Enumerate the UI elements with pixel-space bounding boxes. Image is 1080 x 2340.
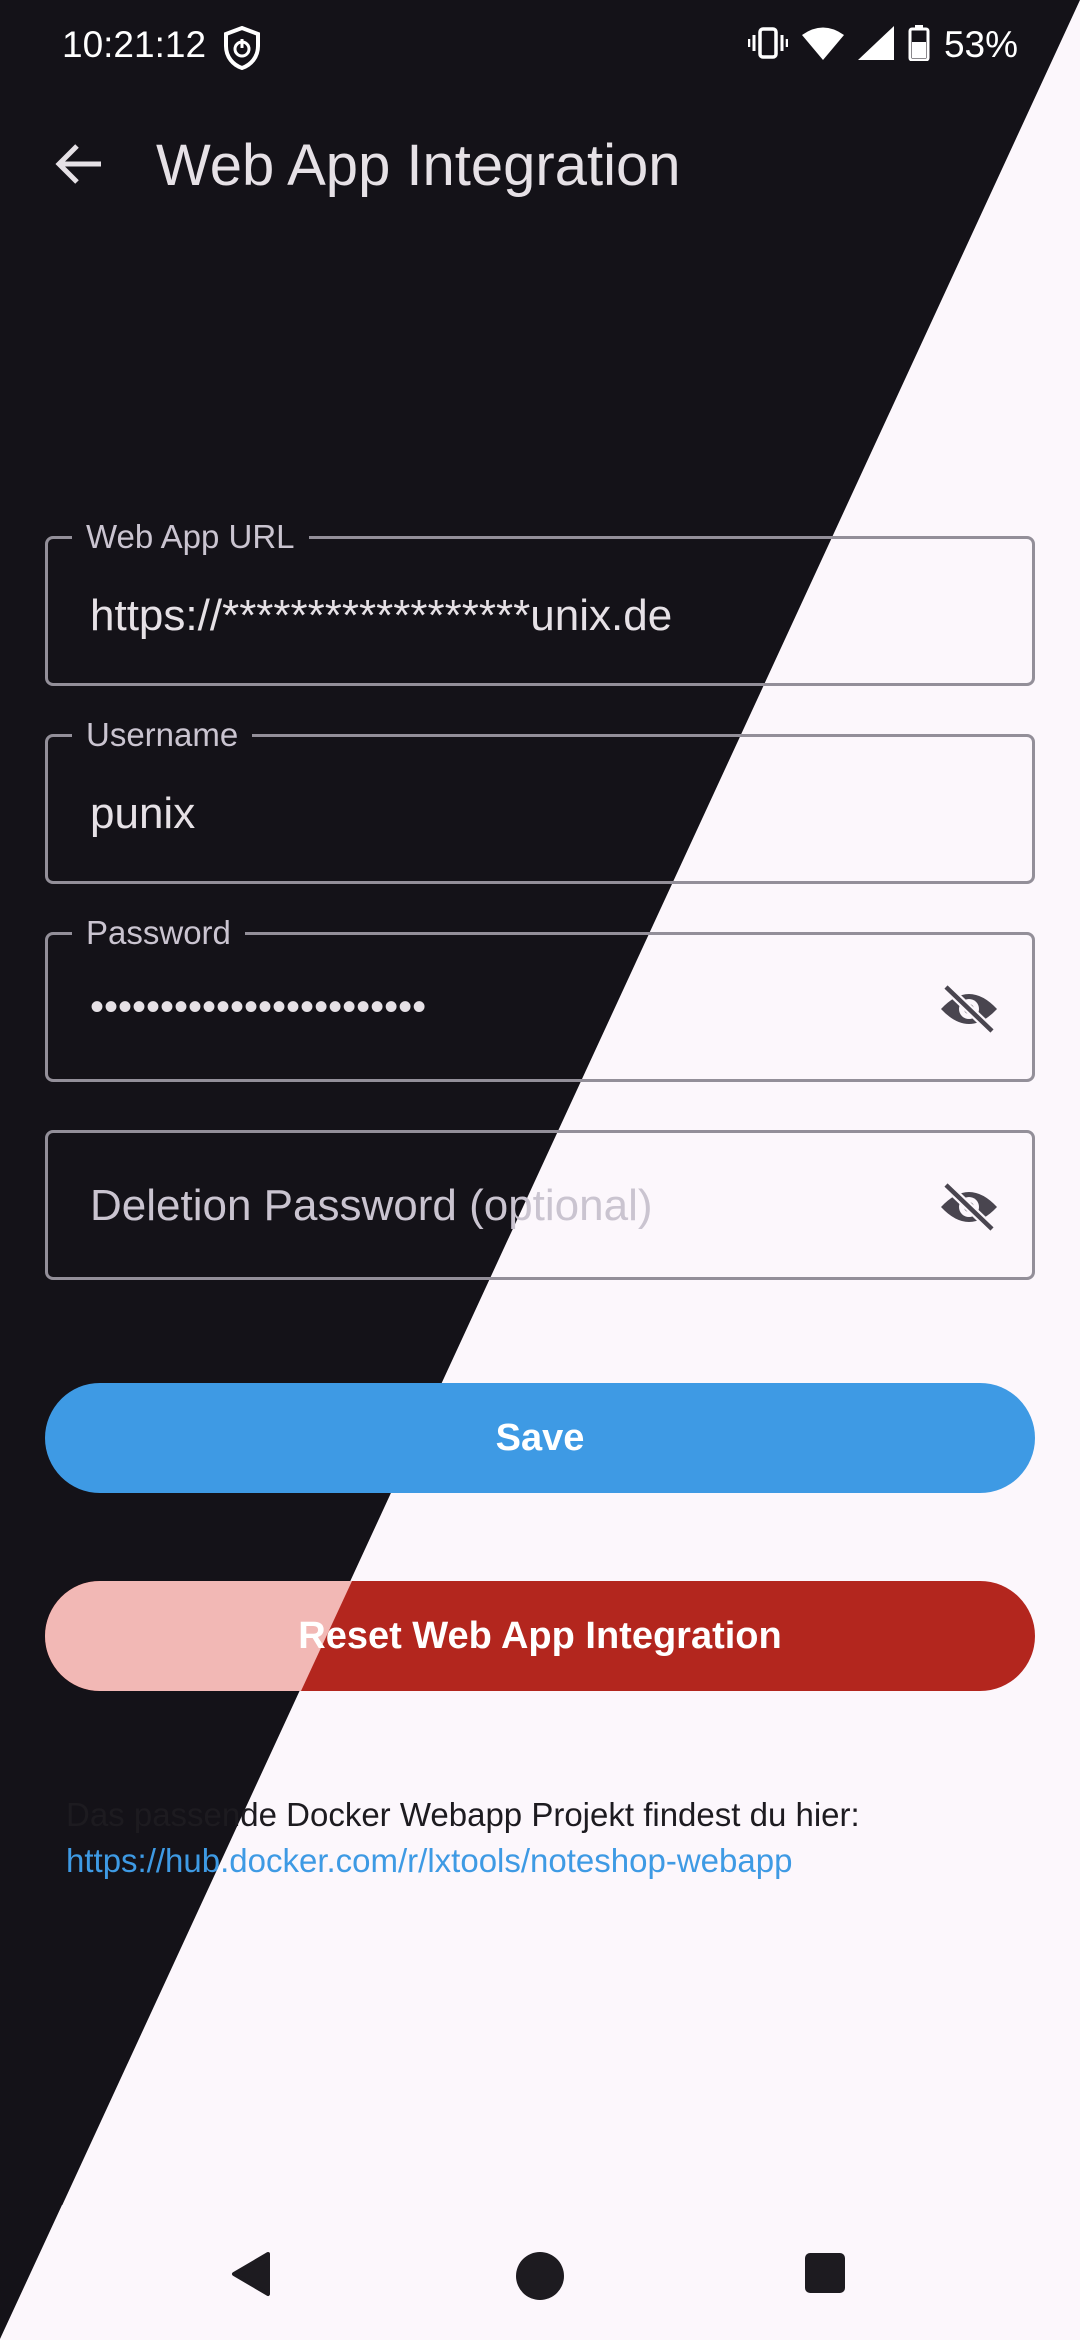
reset-button-label: Reset Web App Integration	[298, 1614, 782, 1657]
circle-home-icon	[516, 2252, 564, 2300]
triangle-back-icon	[232, 2252, 270, 2296]
web-app-url-label: Web App URL	[72, 517, 309, 557]
web-app-url-value: https://******************unix.de	[90, 591, 673, 640]
save-button[interactable]: Save	[45, 1383, 1035, 1493]
nav-back-button[interactable]	[228, 2250, 272, 2303]
cell-signal-icon	[857, 25, 894, 65]
deletion-password-field[interactable]: Deletion Password (optional)	[45, 1130, 1035, 1280]
status-time: 10:21:12	[62, 24, 207, 65]
password-field[interactable]: Password ••••••••••••••••••••••••	[45, 913, 1035, 1082]
save-button-label: Save	[495, 1416, 585, 1459]
web-app-url-field[interactable]: Web App URL https://******************un…	[45, 517, 1035, 686]
username-label: Username	[72, 715, 253, 755]
reset-web-app-integration-button[interactable]: Reset Web App Integration	[45, 1581, 1035, 1691]
info-text: Das passende Docker Webapp Projekt finde…	[66, 1796, 860, 1833]
battery-percentage: 53%	[943, 24, 1018, 65]
status-icons: 53%	[747, 24, 1018, 66]
nav-home-button[interactable]	[514, 2250, 566, 2307]
username-value: punix	[90, 789, 196, 838]
status-bar: 10:21:12 53%	[0, 0, 1080, 95]
page-title: Web App Integration	[156, 133, 681, 198]
password-label: Password	[72, 913, 245, 953]
password-value: ••••••••••••••••••••••••	[90, 985, 427, 1029]
arrow-back-icon	[53, 142, 103, 191]
vibrate-icon	[747, 25, 789, 66]
wifi-icon	[801, 26, 844, 65]
battery-icon	[908, 24, 930, 66]
visibility-off-icon[interactable]	[938, 983, 1000, 1035]
back-button[interactable]	[46, 134, 110, 198]
docker-hub-link[interactable]: https://hub.docker.com/r/lxtools/notesho…	[66, 1838, 792, 1883]
deletion-password-placeholder: Deletion Password (optional)	[90, 1181, 653, 1230]
navigation-bar	[0, 2205, 1080, 2340]
shield-icon	[222, 25, 262, 75]
visibility-off-icon[interactable]	[938, 1181, 1000, 1233]
nav-recents-button[interactable]	[802, 2250, 848, 2301]
username-field[interactable]: Username punix	[45, 715, 1035, 884]
square-recents-icon	[805, 2253, 845, 2293]
